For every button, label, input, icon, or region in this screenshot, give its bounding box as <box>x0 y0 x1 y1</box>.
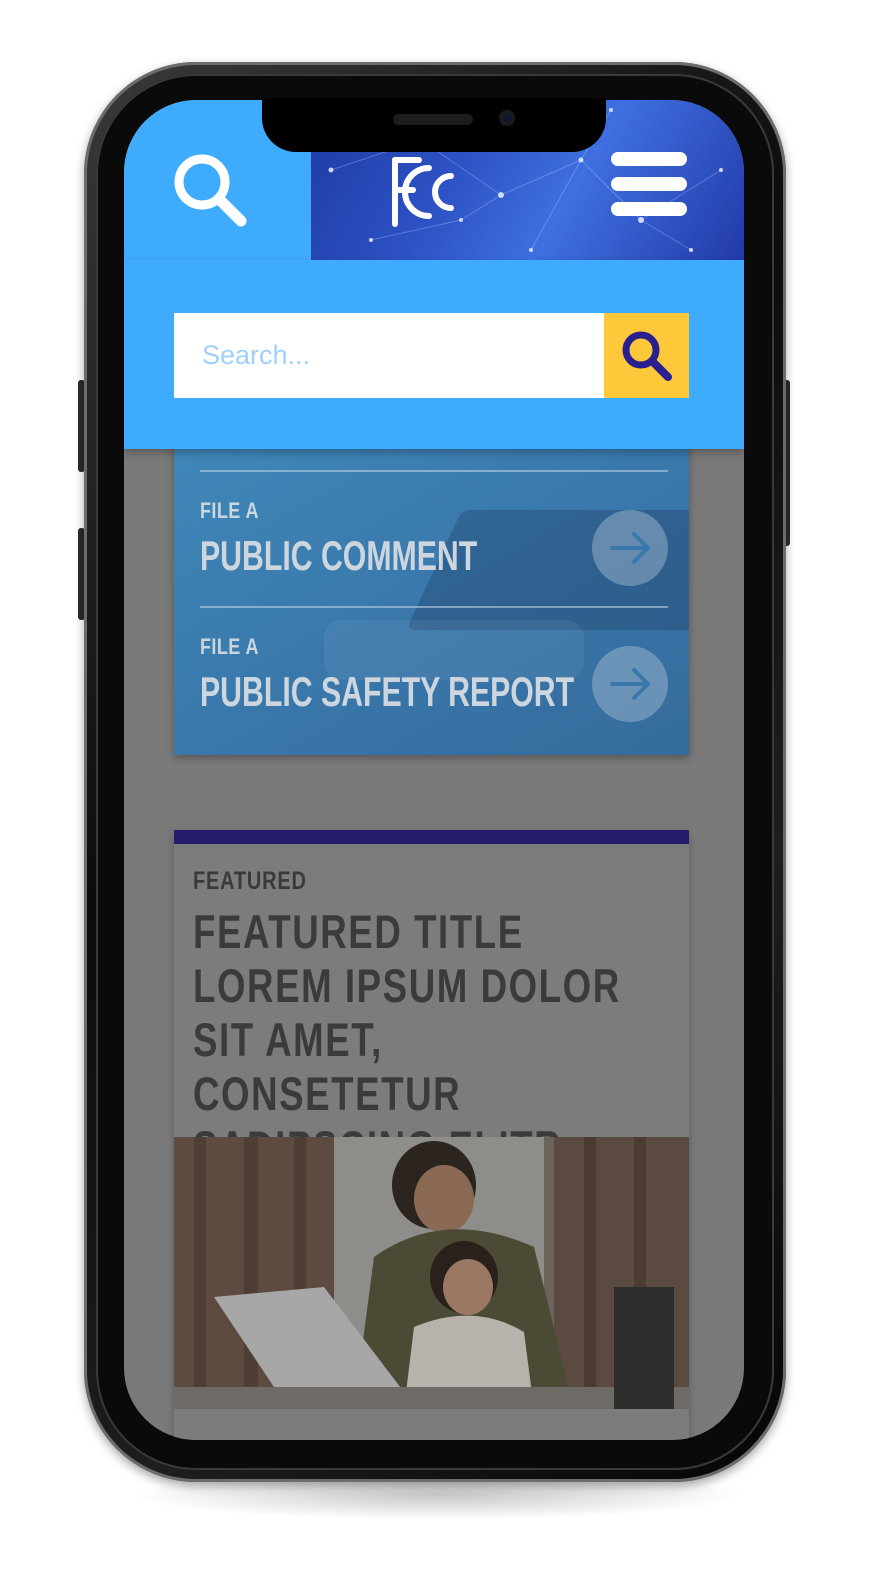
public-comment-arrow-button[interactable] <box>592 510 668 586</box>
phone-notch <box>262 98 606 152</box>
file-prefix: FILE A <box>200 498 259 523</box>
phone-screen: FILE A PUBLIC COMMENT FILE A PUBLIC SAFE… <box>124 100 744 1440</box>
arrow-right-icon <box>610 532 650 564</box>
search-field <box>174 313 604 398</box>
search-panel <box>124 260 744 449</box>
featured-accent-bar <box>174 830 689 844</box>
speaker-grille <box>393 114 473 125</box>
mother-daughter-laptop-photo <box>174 1137 689 1409</box>
hamburger-menu-icon[interactable] <box>611 152 687 228</box>
featured-label: FEATURED <box>193 867 307 895</box>
search-input[interactable] <box>174 313 574 398</box>
search-submit-button[interactable] <box>604 313 689 398</box>
file-prefix: FILE A <box>200 634 259 659</box>
featured-image[interactable] <box>174 1137 689 1409</box>
public-safety-report-arrow-button[interactable] <box>592 646 668 722</box>
fcc-logo <box>392 157 454 227</box>
search-icon <box>174 154 247 227</box>
file-public-safety-report-link[interactable]: FILE A PUBLIC SAFETY REPORT <box>200 606 668 744</box>
file-public-comment-label: PUBLIC COMMENT <box>200 532 478 579</box>
file-actions-card: FILE A PUBLIC COMMENT FILE A PUBLIC SAFE… <box>174 430 689 755</box>
file-public-safety-report-label: PUBLIC SAFETY REPORT <box>200 668 575 715</box>
file-public-comment-link[interactable]: FILE A PUBLIC COMMENT <box>200 470 668 608</box>
featured-title[interactable]: Featured Title Lorem Ipsum dolor sit ame… <box>193 905 630 1175</box>
featured-article-card[interactable]: FEATURED Featured Title Lorem Ipsum dolo… <box>174 830 689 1440</box>
front-camera <box>499 110 515 126</box>
arrow-right-icon <box>610 668 650 700</box>
search-submit-icon <box>622 331 672 381</box>
